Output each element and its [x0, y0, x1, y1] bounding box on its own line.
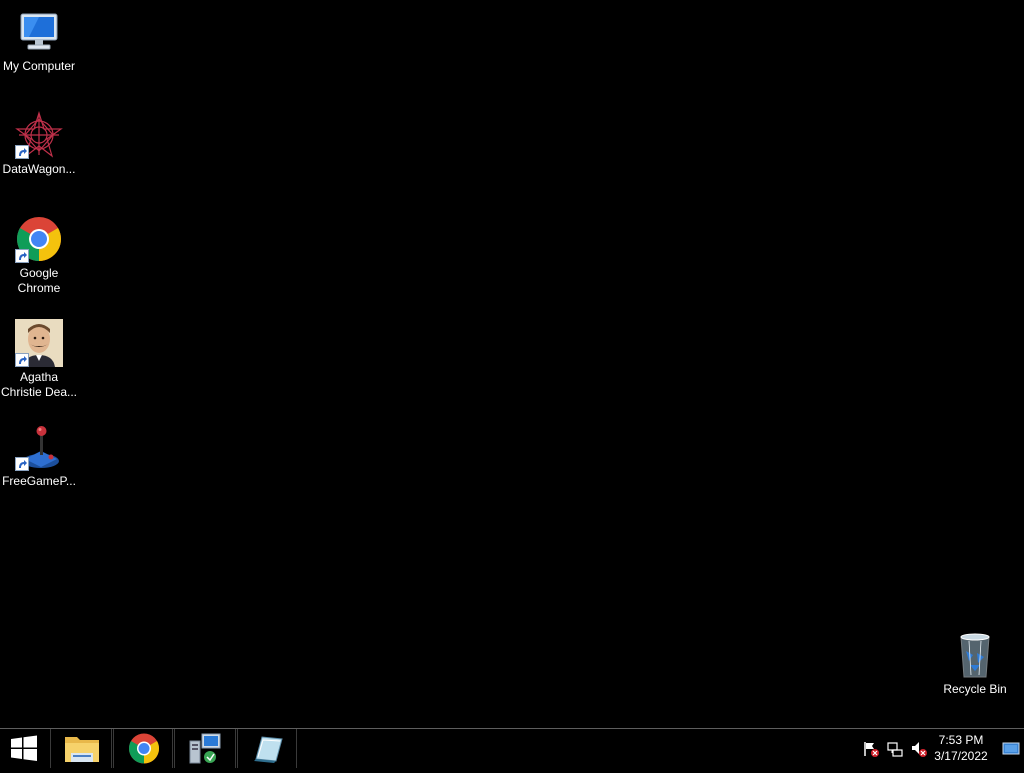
joystick-icon [15, 423, 63, 471]
taskbar-network-app[interactable] [174, 729, 236, 768]
clock-time: 7:53 PM [938, 733, 984, 747]
desktop-icon-agatha-christie[interactable]: Agatha Christie Dea... [0, 319, 78, 400]
clock-date: 3/17/2022 [934, 749, 988, 763]
desktop-icon-freegamepick[interactable]: FreeGameP... [0, 423, 78, 489]
action-center-flag-icon[interactable] [862, 740, 880, 758]
chrome-icon [15, 215, 63, 263]
desktop-icon-label: Google Chrome [17, 266, 61, 295]
datawagon-icon [15, 110, 63, 159]
chrome-icon [128, 733, 160, 764]
show-desktop-icon[interactable] [1002, 740, 1020, 758]
desktop[interactable]: My Computer DataWagon... Google Chrome A… [0, 0, 1024, 728]
network-app-icon [189, 733, 221, 764]
shortcut-arrow-icon [15, 249, 29, 263]
network-icon[interactable] [886, 740, 904, 758]
shortcut-arrow-icon [15, 353, 29, 367]
taskbar: 7:53 PM 3/17/2022 [0, 728, 1024, 768]
shortcut-arrow-icon [15, 457, 29, 471]
desktop-icon-label: DataWagon... [2, 162, 76, 176]
folder-icon [65, 737, 99, 762]
agatha-christie-icon [15, 319, 63, 367]
windows-logo-icon [11, 735, 37, 761]
desktop-icon-label: FreeGameP... [2, 474, 76, 488]
computer-icon [15, 8, 63, 56]
desktop-icon-label: Recycle Bin [943, 682, 1007, 696]
taskbar-chrome[interactable] [113, 729, 173, 768]
notepad-icon [254, 736, 283, 763]
desktop-icon-label: My Computer [2, 59, 76, 73]
shortcut-arrow-icon [15, 145, 29, 159]
taskbar-clock[interactable]: 7:53 PM 3/17/2022 [926, 732, 996, 764]
desktop-icon-google-chrome[interactable]: Google Chrome [0, 215, 78, 296]
desktop-icon-my-computer[interactable]: My Computer [0, 8, 78, 74]
desktop-icon-datawagon[interactable]: DataWagon... [0, 110, 78, 177]
desktop-icon-label: Agatha Christie Dea... [0, 370, 78, 399]
taskbar-file-explorer[interactable] [50, 729, 112, 768]
taskbar-notepad[interactable] [237, 729, 297, 768]
system-tray: 7:53 PM 3/17/2022 [854, 729, 1024, 768]
recycle-bin-icon [951, 631, 999, 679]
start-button[interactable] [0, 729, 48, 768]
desktop-icon-recycle-bin[interactable]: Recycle Bin [936, 631, 1014, 697]
